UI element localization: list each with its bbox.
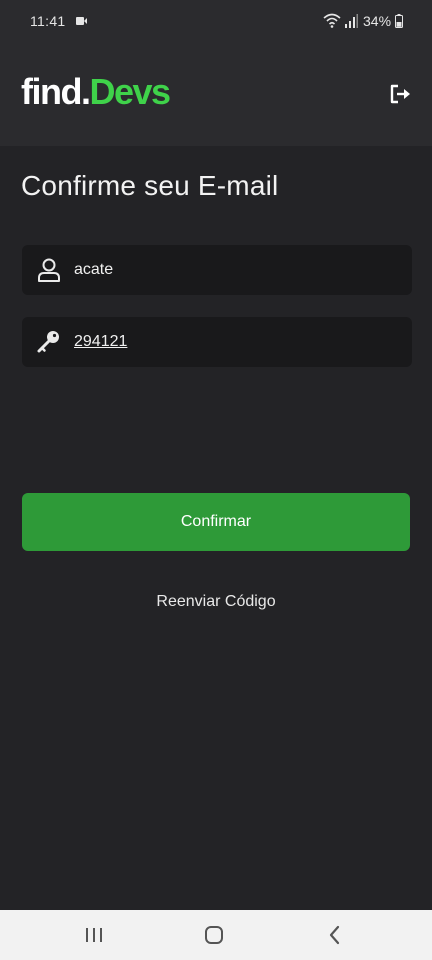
- recents-icon[interactable]: [81, 922, 107, 948]
- signal-icon: [345, 14, 358, 28]
- logo-find: find.: [21, 71, 91, 112]
- code-input[interactable]: [74, 317, 394, 367]
- battery-icon: [395, 14, 403, 28]
- user-icon: [38, 258, 60, 282]
- status-bar: 11:41 34%: [0, 0, 432, 44]
- home-icon[interactable]: [201, 922, 227, 948]
- status-time: 11:41: [30, 13, 66, 29]
- username-input[interactable]: [74, 245, 394, 295]
- username-field[interactable]: [22, 245, 412, 295]
- navigation-bar: [0, 910, 432, 960]
- code-field[interactable]: [22, 317, 412, 367]
- screen: 11:41 34% find.Devs Confirme seu E-mail …: [0, 0, 432, 960]
- resend-code-link[interactable]: Reenviar Código: [0, 593, 432, 611]
- app-logo: find.Devs: [21, 70, 171, 114]
- app-header: find.Devs: [0, 44, 432, 146]
- page-title: Confirme seu E-mail: [21, 170, 279, 201]
- battery-percent: 34%: [363, 13, 392, 29]
- confirm-button[interactable]: Confirmar: [22, 493, 410, 551]
- key-icon: [37, 331, 59, 353]
- screen-record-icon: [76, 17, 87, 25]
- back-icon[interactable]: [322, 922, 348, 948]
- wifi-icon: [323, 13, 341, 28]
- logo-devs: Devs: [89, 71, 171, 112]
- logout-icon[interactable]: [388, 82, 412, 106]
